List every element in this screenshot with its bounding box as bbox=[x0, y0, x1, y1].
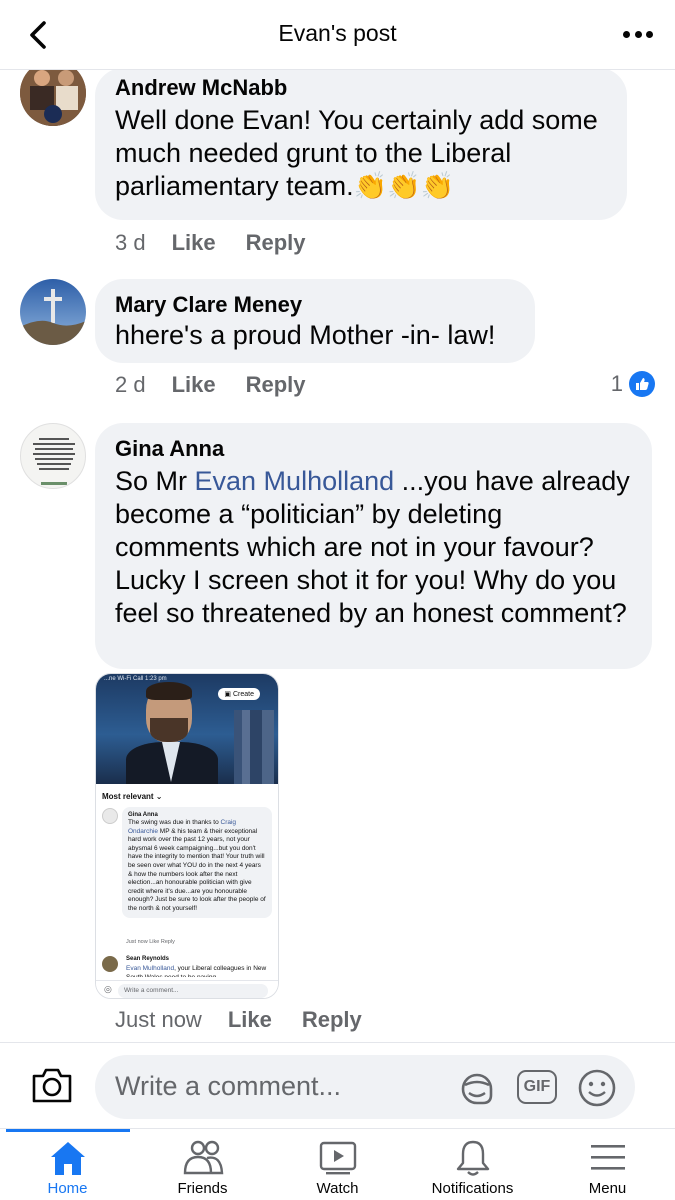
comment-timestamp: Just now bbox=[115, 1007, 202, 1032]
comment-actions: 3 d Like Reply bbox=[115, 230, 336, 256]
sticker-icon bbox=[461, 1073, 493, 1105]
comment-bubble[interactable]: Gina Anna So Mr Evan Mulholland ...you h… bbox=[95, 423, 652, 669]
tab-label: Friends bbox=[177, 1180, 228, 1197]
tab-watch[interactable]: Watch bbox=[270, 1129, 405, 1200]
avatar[interactable] bbox=[20, 423, 86, 489]
more-dot-icon bbox=[646, 30, 653, 38]
city-background bbox=[234, 710, 274, 784]
top-bar: Evan's post bbox=[0, 0, 675, 70]
embedded-comment-text: Evan Mulholland, your Liberal colleagues… bbox=[126, 965, 267, 977]
more-dot-icon bbox=[623, 30, 630, 38]
watch-icon bbox=[319, 1141, 356, 1175]
quote-image-icon bbox=[33, 438, 75, 485]
hamburger-icon bbox=[590, 1145, 625, 1170]
like-button[interactable]: Like bbox=[172, 230, 216, 256]
like-button[interactable]: Like bbox=[228, 1007, 272, 1033]
status-bar-text: ...ne Wi-Fi Call 1:23 pm bbox=[104, 676, 167, 682]
comment-input-placeholder: Write a comment... bbox=[115, 1071, 342, 1101]
camera-icon: ▣ bbox=[224, 691, 233, 698]
comment-composer: Write a comment... GIF bbox=[0, 1042, 675, 1128]
reply-button[interactable]: Reply bbox=[246, 230, 306, 256]
profile-photo-icon bbox=[20, 279, 86, 345]
comment-text: Well done Evan! You certainly add some m… bbox=[115, 105, 598, 201]
avatar bbox=[102, 956, 118, 972]
tab-label: Home bbox=[47, 1180, 88, 1197]
comment-timestamp: 3 d bbox=[115, 230, 146, 255]
more-dot-icon bbox=[634, 30, 642, 38]
mention-link[interactable]: Evan Mulholland bbox=[195, 466, 395, 496]
home-icon bbox=[50, 1142, 85, 1175]
create-button: ▣ Create bbox=[218, 688, 260, 700]
person-beard bbox=[150, 718, 188, 742]
bell-icon bbox=[456, 1140, 489, 1176]
comment-timestamp: 2 d bbox=[115, 372, 146, 397]
embedded-comment-actions: Just now Like Reply bbox=[126, 939, 175, 945]
tab-menu[interactable]: Menu bbox=[540, 1129, 675, 1200]
embedded-comment-author: Sean Reynolds bbox=[126, 956, 170, 962]
video-thumbnail: ...ne Wi-Fi Call 1:23 pm ▣ Create bbox=[96, 674, 278, 784]
comment-text: hhere's a proud Mother -in- law! bbox=[115, 320, 496, 350]
comment-bubble[interactable]: Andrew McNabb Well done Evan! You certai… bbox=[95, 68, 627, 220]
bottom-tab-bar: Home Friends Watch Notifications Menu bbox=[0, 1128, 675, 1200]
avatar bbox=[102, 808, 118, 824]
like-reaction-icon bbox=[629, 371, 655, 397]
tab-notifications[interactable]: Notifications bbox=[405, 1129, 540, 1200]
friends-icon bbox=[183, 1140, 223, 1175]
comment-author[interactable]: Gina Anna bbox=[115, 435, 632, 463]
more-options-button[interactable] bbox=[623, 22, 653, 46]
clapping-emoji-icon: 👏👏👏 bbox=[353, 171, 455, 201]
person-hair bbox=[146, 682, 192, 700]
reply-button[interactable]: Reply bbox=[246, 372, 306, 398]
embedded-comment-bubble: Gina Anna The swing was due in thanks to… bbox=[122, 807, 272, 918]
tab-label: Watch bbox=[316, 1180, 359, 1197]
embedded-comment-author: Gina Anna bbox=[128, 812, 158, 818]
reaction-count: 1 bbox=[610, 371, 623, 396]
embedded-comment-text: The swing was due in thanks to Craig Ond… bbox=[128, 819, 266, 912]
comment-text: So Mr Evan Mulholland ...you have alread… bbox=[115, 466, 630, 628]
embedded-composer: ◎ Write a comment... bbox=[96, 980, 278, 998]
reply-button[interactable]: Reply bbox=[302, 1007, 362, 1033]
camera-icon: ◎ bbox=[104, 984, 112, 994]
camera-icon bbox=[32, 1068, 72, 1103]
emoji-button[interactable] bbox=[577, 1068, 617, 1108]
comment-actions: 2 d Like Reply bbox=[115, 372, 336, 398]
tab-friends[interactable]: Friends bbox=[135, 1129, 270, 1200]
comment-bubble[interactable]: Mary Clare Meney hhere's a proud Mother … bbox=[95, 279, 535, 363]
comment-input[interactable]: Write a comment... GIF bbox=[95, 1055, 635, 1119]
sort-label: Most relevant ⌄ bbox=[102, 792, 163, 801]
reaction-summary[interactable]: 1 bbox=[611, 371, 655, 397]
tab-label: Menu bbox=[588, 1180, 627, 1197]
camera-button[interactable] bbox=[30, 1065, 74, 1105]
sticker-button[interactable] bbox=[457, 1069, 497, 1109]
gif-button[interactable]: GIF bbox=[517, 1070, 557, 1104]
attached-screenshot[interactable]: ...ne Wi-Fi Call 1:23 pm ▣ Create Most r… bbox=[95, 673, 279, 999]
embedded-mention: Evan Mulholland bbox=[126, 965, 175, 972]
comment-author[interactable]: Andrew McNabb bbox=[115, 74, 607, 102]
like-button[interactable]: Like bbox=[172, 372, 216, 398]
tab-label: Notifications bbox=[431, 1180, 514, 1197]
emoji-icon bbox=[578, 1069, 616, 1107]
tab-home[interactable]: Home bbox=[0, 1129, 135, 1200]
page-title: Evan's post bbox=[278, 20, 397, 46]
comment-author[interactable]: Mary Clare Meney bbox=[115, 291, 515, 319]
comment-actions: Just now Like Reply bbox=[115, 1007, 392, 1033]
embedded-comment-input: Write a comment... bbox=[118, 984, 268, 998]
avatar[interactable] bbox=[20, 279, 86, 345]
